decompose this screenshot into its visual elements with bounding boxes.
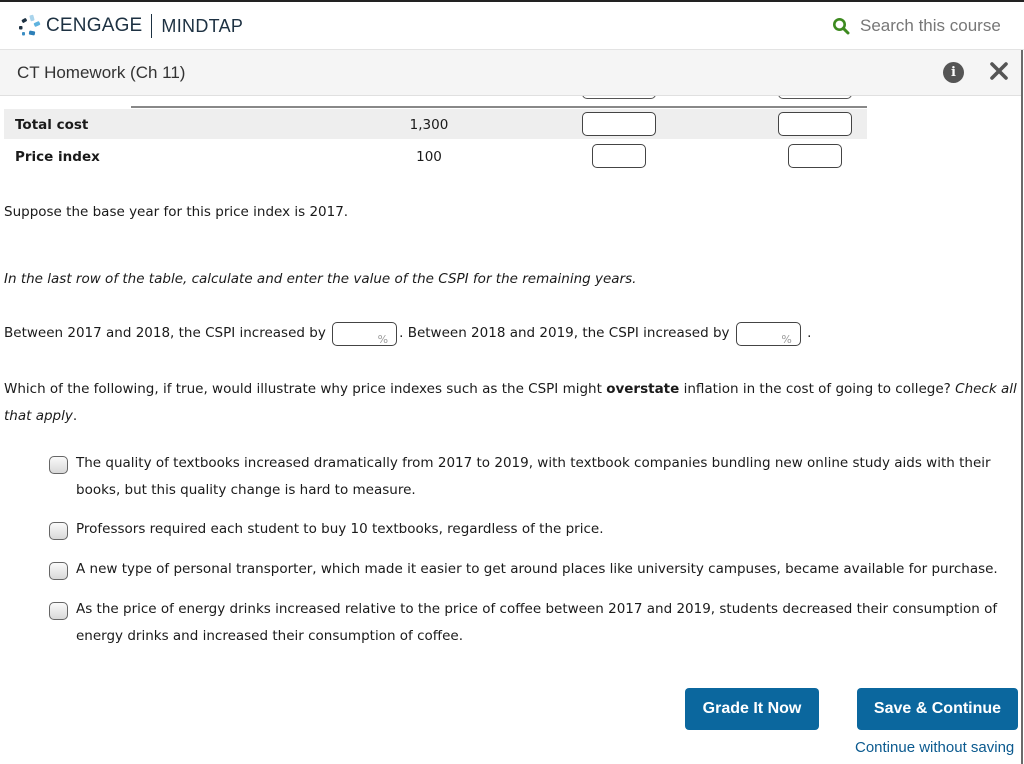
price-index-2019-input[interactable] — [788, 144, 842, 168]
cengage-logo-icon — [19, 14, 41, 36]
brand-cengage: CENGAGE — [46, 15, 143, 36]
row-label: Total cost — [15, 117, 89, 133]
increase-sentence: Between 2017 and 2018, the CSPI increase… — [4, 320, 811, 347]
brand-divider — [151, 14, 153, 38]
increase-2-prefix: . Between 2018 and 2019, the CSPI increa… — [399, 325, 730, 341]
table-row-total-cost: Total cost 1,300 — [4, 109, 867, 139]
increase-1-field: % — [332, 321, 398, 346]
prompt-bold: overstate — [606, 381, 680, 397]
table-divider — [131, 106, 867, 108]
prompt-part1: Which of the following, if true, would i… — [4, 381, 607, 397]
search-input[interactable] — [860, 16, 1000, 36]
percent-sign: % — [377, 333, 389, 346]
option-text: As the price of energy drinks increased … — [76, 601, 998, 644]
total-cost-2018-input[interactable] — [582, 112, 656, 136]
continue-without-saving-link[interactable]: Continue without saving — [855, 739, 1014, 756]
option-text: Professors required each student to buy … — [76, 521, 604, 537]
activity-title: CT Homework (Ch 11) — [17, 63, 186, 82]
frame-border — [1021, 50, 1023, 764]
option-text: The quality of textbooks increased drama… — [76, 455, 991, 498]
course-search — [832, 16, 1000, 36]
brand-mindtap: MINDTAP — [161, 15, 244, 36]
activity-title-bar: CT Homework (Ch 11) i — [0, 50, 1022, 96]
table-input-partial[interactable] — [778, 96, 852, 99]
table-row-price-index: Price index 100 — [4, 141, 867, 171]
top-bar: CENGAGE MINDTAP — [0, 0, 1024, 50]
option-checkbox[interactable] — [49, 602, 68, 620]
save-and-continue-button[interactable]: Save & Continue — [857, 688, 1018, 730]
row-base-value: 1,300 — [409, 117, 449, 133]
close-icon[interactable] — [987, 59, 1011, 83]
increase-1-prefix: Between 2017 and 2018, the CSPI increase… — [4, 325, 326, 341]
option-checkbox[interactable] — [49, 522, 68, 540]
table-input-partial[interactable] — [582, 96, 656, 99]
increase-2-field: % — [735, 321, 801, 346]
question-content: Total cost 1,300 Price index 100 Suppose… — [0, 96, 1021, 764]
option-checkbox[interactable] — [49, 562, 68, 580]
prompt-end: . — [72, 408, 78, 424]
option-text: A new type of personal transporter, whic… — [76, 561, 998, 577]
search-icon[interactable] — [832, 17, 850, 35]
total-cost-2019-input[interactable] — [778, 112, 852, 136]
grade-it-now-button[interactable]: Grade It Now — [685, 688, 819, 730]
increase-suffix: . — [807, 325, 812, 341]
info-icon[interactable]: i — [943, 62, 964, 83]
cengage-mindtap-logo[interactable]: CENGAGE MINDTAP — [16, 12, 243, 40]
row-base-value: 100 — [416, 149, 442, 165]
row-label: Price index — [15, 149, 100, 165]
base-year-text: Suppose the base year for this price ind… — [4, 204, 349, 220]
percent-sign: % — [781, 333, 792, 346]
overstate-prompt: Which of the following, if true, would i… — [4, 376, 1021, 430]
prompt-part2: inflation in the cost of going to colleg… — [679, 381, 956, 397]
price-index-2018-input[interactable] — [592, 144, 646, 168]
option-checkbox[interactable] — [49, 456, 68, 474]
instruction-text: In the last row of the table, calculate … — [4, 271, 637, 287]
